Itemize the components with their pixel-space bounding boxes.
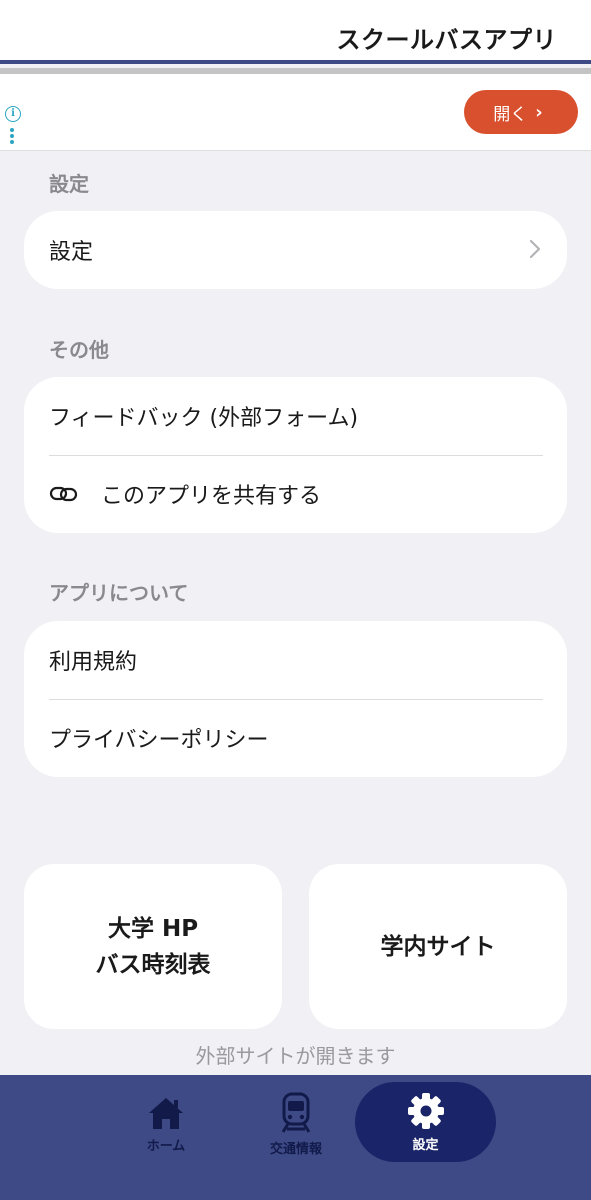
campus-site-button[interactable]: 学内サイト [309, 864, 567, 1029]
university-bus-timetable-button[interactable]: 大学 HP バス時刻表 [24, 864, 282, 1029]
section-label-about: アプリについて [49, 581, 189, 605]
chevron-right-icon: › [535, 101, 543, 123]
app-title: スクールバスアプリ [336, 26, 557, 54]
gear-icon [407, 1092, 444, 1129]
campus-site-label: 学内サイト [380, 933, 496, 960]
external-site-note: 外部サイトが開きます [195, 1044, 396, 1068]
university-button-line1: 大学 HP [107, 915, 199, 942]
tab-traffic-info[interactable]: 交通情報 [226, 1085, 366, 1163]
train-icon [281, 1092, 311, 1133]
ad-banner[interactable]: i 開く › [0, 74, 591, 151]
ad-open-button[interactable]: 開く › [464, 90, 578, 134]
terms-row[interactable]: 利用規約 [24, 621, 567, 699]
tab-home[interactable]: ホーム [96, 1085, 236, 1163]
share-app-label: このアプリを共有する [101, 484, 322, 509]
privacy-label: プライバシーポリシー [49, 728, 269, 753]
section-label-other: その他 [49, 338, 109, 362]
university-button-line2: バス時刻表 [95, 951, 211, 978]
feedback-label: フィードバック (外部フォーム) [49, 406, 359, 431]
link-icon [49, 486, 78, 502]
tab-settings[interactable]: 設定 [355, 1082, 496, 1162]
section-label-settings: 設定 [49, 172, 89, 196]
header-divider [0, 60, 591, 64]
info-icon[interactable]: i [5, 106, 21, 122]
home-icon [149, 1097, 183, 1129]
feedback-row[interactable]: フィードバック (外部フォーム) [24, 377, 567, 455]
settings-card: 設定 [24, 211, 567, 289]
privacy-row[interactable]: プライバシーポリシー [24, 699, 567, 777]
bottom-tab-bar: ホーム 交通情報 設定 [0, 1075, 591, 1200]
settings-row-label: 設定 [49, 240, 94, 265]
tab-home-label: ホーム [146, 1138, 186, 1154]
share-app-row[interactable]: このアプリを共有する [24, 455, 567, 533]
chevron-right-icon [529, 239, 541, 259]
app-header: スクールバスアプリ [0, 0, 591, 60]
settings-row[interactable]: 設定 [24, 211, 567, 289]
ad-open-label: 開く [493, 104, 528, 125]
tab-traffic-label: 交通情報 [269, 1141, 322, 1157]
other-card: フィードバック (外部フォーム) このアプリを共有する [24, 377, 567, 533]
about-card: 利用規約 プライバシーポリシー [24, 621, 567, 777]
terms-label: 利用規約 [49, 650, 138, 675]
tab-settings-label: 設定 [412, 1137, 439, 1153]
ad-menu-icon[interactable] [10, 128, 14, 146]
